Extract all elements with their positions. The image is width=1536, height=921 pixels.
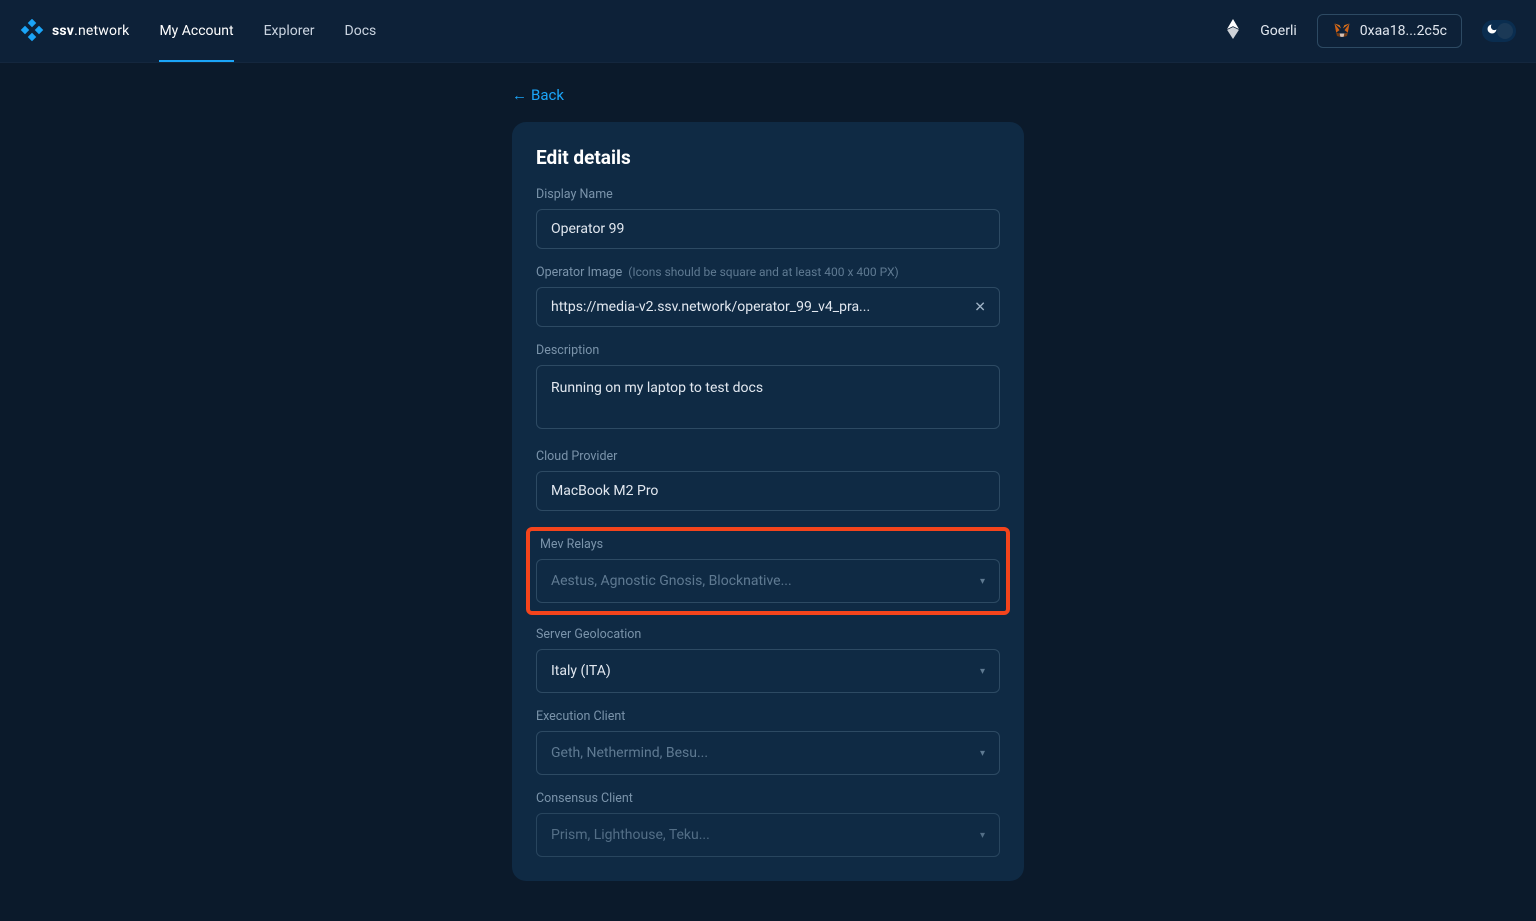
wallet-address: 0xaa18...2c5c — [1360, 23, 1447, 39]
select-consensus-client[interactable]: Prism, Lighthouse, Teku... ▾ — [536, 813, 1000, 857]
nav-docs[interactable]: Docs — [345, 1, 377, 62]
nav-explorer[interactable]: Explorer — [264, 1, 315, 62]
label-cloud-provider: Cloud Provider — [536, 449, 1000, 464]
brand-name: ssv.network — [52, 23, 129, 39]
label-description: Description — [536, 343, 1000, 358]
back-label: Back — [531, 86, 564, 104]
input-display-name[interactable] — [536, 209, 1000, 249]
input-description[interactable] — [536, 365, 1000, 429]
field-cloud-provider: Cloud Provider — [536, 449, 1000, 511]
chevron-down-icon: ▾ — [980, 666, 985, 677]
brand-name-thin: .network — [74, 23, 129, 39]
input-cloud-provider[interactable] — [536, 471, 1000, 511]
label-execution-client: Execution Client — [536, 709, 1000, 724]
select-server-geolocation[interactable]: Italy (ITA) ▾ — [536, 649, 1000, 693]
header-right: Goerli 0xaa18...2c5c — [1226, 14, 1516, 48]
field-mev-relays-highlight: Mev Relays Aestus, Agnostic Gnosis, Bloc… — [526, 527, 1010, 615]
field-display-name: Display Name — [536, 187, 1000, 249]
brand-name-bold: ssv — [52, 23, 74, 39]
label-operator-image: Operator Image — [536, 265, 622, 280]
metamask-icon — [1332, 21, 1352, 41]
clear-operator-image-button[interactable]: ✕ — [970, 295, 990, 320]
placeholder-execution-client: Geth, Nethermind, Besu... — [551, 745, 708, 761]
placeholder-consensus-client: Prism, Lighthouse, Teku... — [551, 827, 710, 843]
field-operator-image: Operator Image (Icons should be square a… — [536, 265, 1000, 327]
placeholder-mev-relays: Aestus, Agnostic Gnosis, Blocknative... — [551, 573, 792, 589]
chevron-down-icon: ▾ — [980, 830, 985, 841]
field-server-geolocation: Server Geolocation Italy (ITA) ▾ — [536, 627, 1000, 693]
select-mev-relays[interactable]: Aestus, Agnostic Gnosis, Blocknative... … — [536, 559, 1000, 603]
main-nav: My Account Explorer Docs — [159, 1, 376, 62]
field-execution-client: Execution Client Geth, Nethermind, Besu.… — [536, 709, 1000, 775]
close-icon: ✕ — [974, 299, 986, 315]
hint-operator-image: (Icons should be square and at least 400… — [628, 265, 898, 279]
ethereum-icon — [1226, 19, 1240, 43]
label-server-geolocation: Server Geolocation — [536, 627, 1000, 642]
network-label: Goerli — [1260, 23, 1297, 39]
field-consensus-client: Consensus Client Prism, Lighthouse, Teku… — [536, 791, 1000, 857]
wallet-button[interactable]: 0xaa18...2c5c — [1317, 14, 1462, 48]
value-server-geolocation: Italy (ITA) — [551, 663, 611, 679]
back-row: ← Back — [512, 85, 1024, 104]
ssv-logo-icon — [20, 19, 44, 43]
input-operator-image[interactable] — [536, 287, 1000, 327]
edit-details-card: Edit details Display Name Operator Image… — [512, 122, 1024, 881]
field-description: Description — [536, 343, 1000, 433]
label-display-name: Display Name — [536, 187, 1000, 202]
label-mev-relays: Mev Relays — [540, 537, 1000, 552]
chevron-down-icon: ▾ — [980, 576, 985, 587]
app-header: ssv.network My Account Explorer Docs Goe… — [0, 0, 1536, 63]
nav-my-account[interactable]: My Account — [159, 1, 233, 62]
toggle-knob — [1497, 23, 1513, 39]
back-link[interactable]: ← Back — [512, 86, 564, 104]
select-execution-client[interactable]: Geth, Nethermind, Besu... ▾ — [536, 731, 1000, 775]
label-consensus-client: Consensus Client — [536, 791, 1000, 806]
card-title: Edit details — [536, 146, 1000, 169]
brand-logo[interactable]: ssv.network — [20, 19, 129, 43]
chevron-down-icon: ▾ — [980, 748, 985, 759]
content-area: ← Back Edit details Display Name Operato… — [0, 63, 1536, 921]
dark-mode-toggle[interactable] — [1482, 20, 1516, 42]
arrow-left-icon: ← — [512, 86, 527, 104]
